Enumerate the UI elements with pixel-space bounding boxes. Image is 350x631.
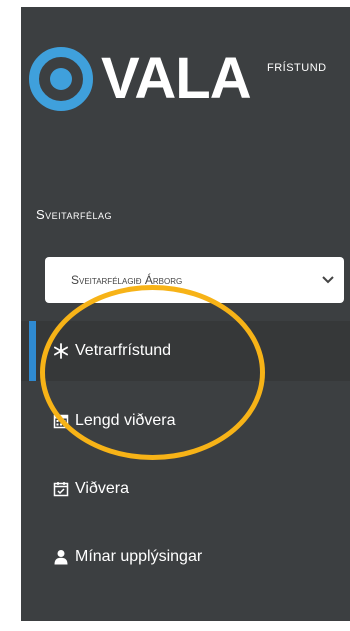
menu-item-vetrarfristund[interactable]: Vetrarfrístund [21, 321, 350, 381]
menu-item-lengd-vidvera[interactable]: Lengd viðvera [21, 391, 350, 451]
municipality-section-label: Sveitarfélag [36, 207, 113, 222]
municipality-select-value: Sveitarfélagið Árborg [71, 273, 183, 287]
snowflake-icon [51, 341, 71, 361]
menu-item-label: Lengd viðvera [75, 412, 176, 429]
menu-item-minar-upplysingar[interactable]: Mínar upplýsingar [21, 527, 350, 587]
calendar-check-icon [51, 479, 71, 499]
active-indicator [29, 321, 36, 381]
menu-item-vidvera[interactable]: Viðvera [21, 459, 350, 519]
calendar-grid-icon [51, 411, 71, 431]
brand-name: VALA [101, 46, 252, 111]
menu-item-label: Vetrarfrístund [75, 342, 172, 359]
brand-subtitle: FRÍSTUND [267, 62, 327, 74]
menu-item-label: Viðvera [75, 480, 129, 497]
user-icon [51, 547, 71, 567]
brand-logo[interactable]: VALA [29, 46, 252, 111]
vala-logo-icon [29, 47, 93, 111]
chevron-down-icon [322, 276, 334, 284]
municipality-select[interactable]: Sveitarfélagið Árborg [45, 257, 344, 303]
menu-item-label: Mínar upplýsingar [75, 548, 203, 565]
sidebar: VALA FRÍSTUND Sveitarfélag Sveitarfélagi… [21, 7, 350, 621]
